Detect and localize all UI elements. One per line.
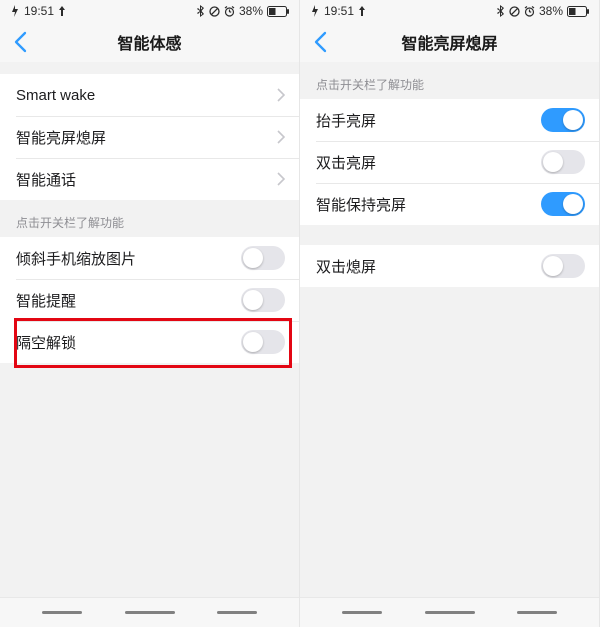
content: 点击开关栏了解功能 抬手亮屏 双击亮屏 智能保持亮屏 双击熄屏 — [300, 62, 599, 597]
row-raise-to-wake[interactable]: 抬手亮屏 — [300, 99, 599, 141]
dnd-icon — [509, 6, 520, 17]
row-smart-screen[interactable]: 智能亮屏熄屏 — [0, 116, 299, 158]
navbar — [300, 597, 599, 627]
status-time: 19:51 — [324, 4, 354, 18]
charging-icon — [10, 5, 20, 17]
chevron-left-icon — [13, 31, 27, 53]
nav-home-key[interactable] — [125, 611, 175, 614]
nav-home-key[interactable] — [425, 611, 475, 614]
section-title: 点击开关栏了解功能 — [0, 200, 299, 237]
row-smart-call[interactable]: 智能通话 — [0, 158, 299, 200]
battery-percent: 38% — [539, 4, 563, 18]
row-double-tap-off[interactable]: 双击熄屏 — [300, 245, 599, 287]
upload-icon — [58, 6, 66, 16]
status-time: 19:51 — [24, 4, 54, 18]
toggle-tilt-zoom[interactable] — [241, 246, 285, 270]
toggle-smart-keep-on[interactable] — [541, 192, 585, 216]
alarm-icon — [224, 6, 235, 17]
row-label: 双击熄屏 — [316, 256, 541, 277]
toggle-air-unlock[interactable] — [241, 330, 285, 354]
header: 智能体感 — [0, 22, 299, 62]
bluetooth-icon — [197, 5, 205, 17]
battery-icon — [567, 6, 589, 17]
section-title: 点击开关栏了解功能 — [300, 62, 599, 99]
navbar — [0, 597, 299, 627]
status-bar: 19:51 38% — [300, 0, 599, 22]
row-double-tap-wake[interactable]: 双击亮屏 — [300, 141, 599, 183]
nav-back-key[interactable] — [42, 611, 82, 614]
toggle-double-tap-off[interactable] — [541, 254, 585, 278]
row-smart-remind[interactable]: 智能提醒 — [0, 279, 299, 321]
charging-icon — [310, 5, 320, 17]
row-air-unlock[interactable]: 隔空解锁 — [0, 321, 299, 363]
row-label: 抬手亮屏 — [316, 110, 541, 131]
row-label: Smart wake — [16, 87, 277, 104]
content: Smart wake 智能亮屏熄屏 智能通话 点击开关栏了解功能 倾斜手机缩放图… — [0, 62, 299, 597]
screen-right: 19:51 38% 智能亮屏熄屏 点击开关栏了解功 — [300, 0, 600, 627]
row-label: 智能通话 — [16, 169, 277, 190]
header: 智能亮屏熄屏 — [300, 22, 599, 62]
bluetooth-icon — [497, 5, 505, 17]
row-tilt-zoom[interactable]: 倾斜手机缩放图片 — [0, 237, 299, 279]
row-label: 双击亮屏 — [316, 152, 541, 173]
row-smart-wake[interactable]: Smart wake — [0, 74, 299, 116]
row-smart-keep-on[interactable]: 智能保持亮屏 — [300, 183, 599, 225]
row-label: 智能保持亮屏 — [316, 194, 541, 215]
toggle-smart-remind[interactable] — [241, 288, 285, 312]
nav-recent-key[interactable] — [517, 611, 557, 614]
page-title: 智能体感 — [117, 30, 181, 54]
chevron-right-icon — [277, 88, 285, 102]
chevron-right-icon — [277, 172, 285, 186]
toggle-raise-to-wake[interactable] — [541, 108, 585, 132]
screen-left: 19:51 38% 智能体感 — [0, 0, 300, 627]
nav-recent-key[interactable] — [217, 611, 257, 614]
toggle-double-tap-wake[interactable] — [541, 150, 585, 174]
chevron-right-icon — [277, 130, 285, 144]
battery-percent: 38% — [239, 4, 263, 18]
dnd-icon — [209, 6, 220, 17]
alarm-icon — [524, 6, 535, 17]
row-label: 智能提醒 — [16, 290, 241, 311]
page-title: 智能亮屏熄屏 — [401, 30, 497, 54]
nav-back-key[interactable] — [342, 611, 382, 614]
row-label: 倾斜手机缩放图片 — [16, 248, 241, 269]
back-button[interactable] — [0, 22, 40, 62]
row-label: 隔空解锁 — [16, 332, 241, 353]
battery-icon — [267, 6, 289, 17]
row-label: 智能亮屏熄屏 — [16, 127, 277, 148]
status-bar: 19:51 38% — [0, 0, 299, 22]
chevron-left-icon — [313, 31, 327, 53]
upload-icon — [358, 6, 366, 16]
back-button[interactable] — [300, 22, 340, 62]
